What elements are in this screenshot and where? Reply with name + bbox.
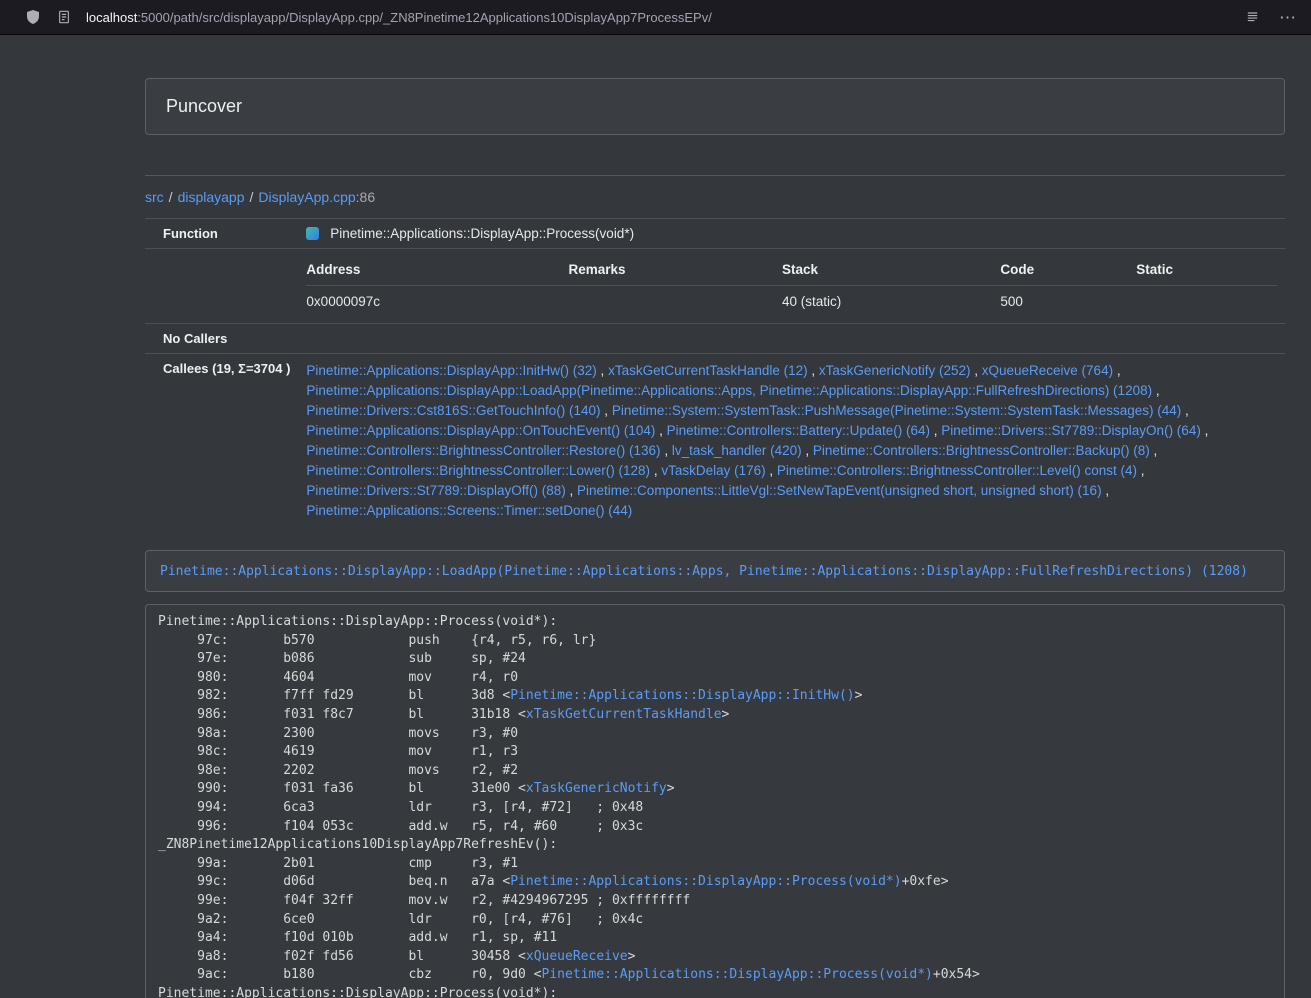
callee-link[interactable]: Pinetime::Applications::DisplayApp::Init…: [306, 363, 596, 378]
callee-link[interactable]: Pinetime::Controllers::BrightnessControl…: [813, 443, 1150, 458]
page-icon[interactable]: [55, 8, 73, 26]
callee-separator: ,: [1201, 423, 1209, 438]
stats-value-address: 0x0000097c: [306, 286, 568, 317]
callee-link[interactable]: Pinetime::Controllers::BrightnessControl…: [306, 443, 660, 458]
browser-toolbar: localhost:5000/path/src/displayapp/Displ…: [0, 0, 1311, 35]
no-callers-label: No Callers: [145, 324, 298, 354]
breadcrumb-link-src[interactable]: src: [145, 189, 164, 205]
breadcrumb-link-file[interactable]: DisplayApp.cpp: [258, 189, 355, 205]
callee-separator: ,: [766, 463, 777, 478]
disassembly-pre: Pinetime::Applications::DisplayApp::Proc…: [158, 613, 1272, 998]
callee-separator: ,: [601, 403, 612, 418]
callee-link[interactable]: Pinetime::Drivers::St7789::DisplayOn() (…: [941, 423, 1201, 438]
callee-link[interactable]: Pinetime::Controllers::BrightnessControl…: [306, 463, 650, 478]
divider: [145, 175, 1285, 176]
function-row-label: Function: [145, 219, 298, 249]
callee-separator: ,: [661, 443, 672, 458]
callee-link[interactable]: Pinetime::Controllers::Battery::Update()…: [667, 423, 930, 438]
disasm-symbol-link[interactable]: xTaskGetCurrentTaskHandle: [526, 707, 722, 722]
callee-separator: ,: [1102, 483, 1110, 498]
table-row-no-callers: No Callers: [145, 324, 1285, 354]
callee-separator: ,: [1181, 403, 1189, 418]
disasm-symbol-link[interactable]: Pinetime::Applications::DisplayApp::Proc…: [510, 874, 901, 889]
stats-header-row: Address Remarks Stack Code Static: [306, 256, 1277, 286]
disasm-symbol-link[interactable]: xTaskGenericNotify: [526, 781, 667, 796]
disasm-symbol-link[interactable]: xQueueReceive: [526, 949, 628, 964]
callee-separator: ,: [597, 363, 608, 378]
stats-value-static: [1136, 286, 1277, 317]
reader-view-icon[interactable]: [1243, 8, 1261, 26]
disasm-symbol-link[interactable]: Pinetime::Applications::DisplayApp::Init…: [510, 688, 854, 703]
stats-header-stack: Stack: [782, 256, 1000, 286]
page-title: Puncover: [166, 96, 1264, 117]
callee-separator: ,: [802, 443, 813, 458]
callee-separator: ,: [1152, 383, 1160, 398]
disasm-symbol-link[interactable]: Pinetime::Applications::DisplayApp::Proc…: [542, 967, 933, 982]
table-row-stats: Address Remarks Stack Code Static 0x0000…: [145, 249, 1285, 324]
callee-link[interactable]: Pinetime::Drivers::Cst816S::GetTouchInfo…: [306, 403, 600, 418]
stats-value-code: 500: [1000, 286, 1136, 317]
stats-header-address: Address: [306, 256, 568, 286]
callee-separator: ,: [1113, 363, 1121, 378]
stats-header-static: Static: [1136, 256, 1277, 286]
function-name: Pinetime::Applications::DisplayApp::Proc…: [330, 226, 634, 241]
callee-link[interactable]: vTaskDelay (176): [661, 463, 765, 478]
url-bar[interactable]: localhost:5000/path/src/displayapp/Displ…: [86, 10, 1225, 25]
header-panel: Puncover: [145, 78, 1285, 135]
callee-link[interactable]: Pinetime::Components::LittleVgl::SetNewT…: [577, 483, 1102, 498]
url-path: :5000/path/src/displayapp/DisplayApp.cpp…: [137, 10, 712, 25]
callee-separator: ,: [970, 363, 981, 378]
callee-separator: ,: [930, 423, 941, 438]
symbol-signature-panel: Pinetime::Applications::DisplayApp::Load…: [145, 550, 1285, 592]
breadcrumb-line-number: :86: [356, 189, 375, 205]
breadcrumb-separator: /: [169, 189, 173, 205]
callee-link[interactable]: Pinetime::System::SystemTask::PushMessag…: [612, 403, 1181, 418]
stats-table: Address Remarks Stack Code Static 0x0000…: [306, 256, 1277, 316]
callee-link[interactable]: xTaskGetCurrentTaskHandle (12): [608, 363, 808, 378]
callee-link[interactable]: Pinetime::Drivers::St7789::DisplayOff() …: [306, 483, 565, 498]
symbol-table: Function Pinetime::Applications::Display…: [145, 218, 1285, 528]
breadcrumb-separator: /: [250, 189, 254, 205]
callee-separator: ,: [655, 423, 666, 438]
function-icon: [306, 227, 319, 240]
table-row-callees: Callees (19, Σ=3704 ) Pinetime::Applicat…: [145, 354, 1285, 529]
stats-value-stack: 40 (static): [782, 286, 1000, 317]
stats-header-remarks: Remarks: [568, 256, 782, 286]
page-content: Puncover src/displayapp/DisplayApp.cpp:8…: [145, 78, 1285, 998]
disassembly-panel: Pinetime::Applications::DisplayApp::Proc…: [145, 604, 1285, 998]
stats-header-code: Code: [1000, 256, 1136, 286]
callee-link[interactable]: xQueueReceive (764): [982, 363, 1113, 378]
callee-separator: ,: [1150, 443, 1158, 458]
breadcrumb-link-displayapp[interactable]: displayapp: [178, 189, 245, 205]
breadcrumb: src/displayapp/DisplayApp.cpp:86: [145, 189, 1285, 205]
stats-value-remarks: [568, 286, 782, 317]
callee-link[interactable]: Pinetime::Applications::Screens::Timer::…: [306, 503, 632, 518]
callee-link[interactable]: Pinetime::Applications::DisplayApp::OnTo…: [306, 423, 655, 438]
overflow-menu-icon[interactable]: ⋯: [1279, 9, 1297, 26]
callees-label: Callees (19, Σ=3704 ): [145, 354, 298, 529]
callee-link[interactable]: Pinetime::Applications::DisplayApp::Load…: [306, 383, 1152, 398]
callee-separator: ,: [650, 463, 661, 478]
callee-link[interactable]: xTaskGenericNotify (252): [819, 363, 971, 378]
signature-link[interactable]: Pinetime::Applications::DisplayApp::Load…: [160, 564, 1248, 579]
shield-icon[interactable]: [24, 8, 42, 26]
stats-row-label: [145, 249, 298, 324]
callee-link[interactable]: lv_task_handler (420): [672, 443, 802, 458]
callee-link[interactable]: Pinetime::Controllers::BrightnessControl…: [777, 463, 1137, 478]
url-domain: localhost: [86, 10, 137, 25]
callees-list: Pinetime::Applications::DisplayApp::Init…: [306, 361, 1277, 521]
callee-separator: ,: [566, 483, 577, 498]
callee-separator: ,: [808, 363, 819, 378]
table-row-function: Function Pinetime::Applications::Display…: [145, 219, 1285, 249]
stats-value-row: 0x0000097c 40 (static) 500: [306, 286, 1277, 317]
callee-separator: ,: [1137, 463, 1145, 478]
